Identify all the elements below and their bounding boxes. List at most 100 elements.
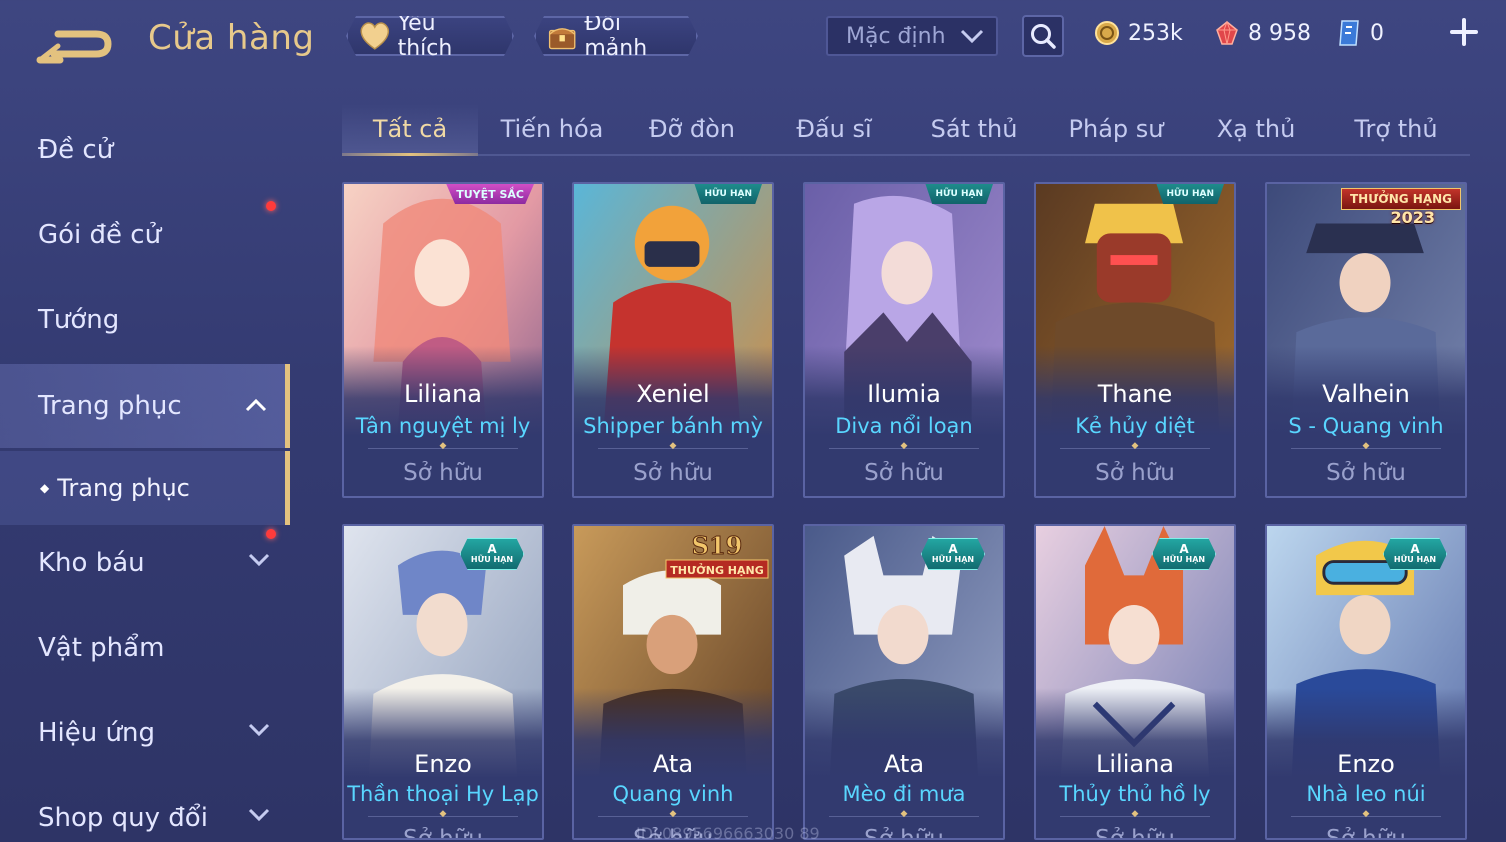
sidebar-item-skins[interactable]: Trang phục xyxy=(0,364,290,448)
owned-status: Sở hữu xyxy=(1095,826,1175,840)
skin-card[interactable]: S19 THƯỞNG HẠNG Ata Quang vinh Sở hữu xyxy=(572,524,774,840)
skin-name: Mèo đi mưa xyxy=(842,782,966,806)
owned-status: Sở hữu xyxy=(864,826,944,840)
skin-name: Tân nguyệt mị ly xyxy=(355,414,531,438)
search-icon xyxy=(1031,24,1056,49)
hero-name: Xeniel xyxy=(636,380,710,408)
skin-name: Thủy thủ hồ ly xyxy=(1059,782,1211,806)
skin-card[interactable]: HỮU HẠN Ilumia Diva nổi loạn Sở hữu xyxy=(803,182,1005,498)
search-button[interactable] xyxy=(1022,15,1064,57)
chevron-down-icon xyxy=(248,723,270,737)
divider xyxy=(1060,448,1210,449)
tab-support[interactable]: Trợ thủ xyxy=(1328,104,1464,154)
divider xyxy=(1060,816,1210,817)
skin-card[interactable]: THƯỞNG HẠNG 2023 Valhein S - Quang vinh … xyxy=(1265,182,1467,498)
gem-balance: 8 958 xyxy=(1214,18,1311,48)
voucher-balance: 0 xyxy=(1336,18,1384,48)
voucher-value: 0 xyxy=(1370,20,1384,46)
sidebar-item-effects[interactable]: Hiệu ứng xyxy=(0,691,290,775)
chevron-down-icon xyxy=(248,553,270,567)
hero-name: Ata xyxy=(883,750,925,778)
skin-name: Shipper bánh mỳ xyxy=(583,414,763,438)
skin-card[interactable]: HỮU HẠN Xeniel Shipper bánh mỳ Sở hữu xyxy=(572,182,774,498)
badge-limited-grade: A HỮU HẠN xyxy=(460,538,524,570)
owned-status: Sở hữu xyxy=(1326,460,1406,486)
favorite-label: Yêu thích xyxy=(397,11,453,61)
sidebar-subitem-skins[interactable]: ◆ Trang phục xyxy=(0,451,290,525)
tab-fighter[interactable]: Đấu sĩ xyxy=(766,104,902,154)
hero-name: Ata xyxy=(652,750,694,778)
voucher-icon xyxy=(1339,20,1359,46)
divider xyxy=(829,448,979,449)
swap-fragments-button[interactable]: Đổi mảnh xyxy=(534,16,698,56)
skin-name: S - Quang vinh xyxy=(1288,414,1444,438)
owned-status: Sở hữu xyxy=(403,826,483,840)
sidebar-item-recommended-packs[interactable]: Gói đề cử xyxy=(0,193,290,277)
hero-name: Liliana xyxy=(404,380,482,408)
divider xyxy=(1291,816,1441,817)
sidebar-item-items[interactable]: Vật phẩm xyxy=(0,606,290,690)
plus-icon[interactable] xyxy=(1448,16,1480,48)
sidebar-subitem-label: Trang phục xyxy=(57,474,190,502)
sidebar-item-treasure[interactable]: Kho báu xyxy=(0,521,290,605)
sidebar-item-label: Hiệu ứng xyxy=(38,718,155,748)
sidebar: Đề cử Gói đề cử Tướng Trang phục ◆ Trang… xyxy=(0,100,290,842)
owned-status: Sở hữu xyxy=(633,460,713,486)
badge-limited: HỮU HẠN xyxy=(925,184,993,204)
badge-limited-grade: A HỮU HẠN xyxy=(1383,538,1447,570)
skin-card[interactable]: AHỮU HẠN Enzo Nhà leo núi Sở hữu xyxy=(1265,524,1467,840)
heart-icon xyxy=(358,21,392,51)
notification-dot xyxy=(266,529,276,539)
gold-value: 253k xyxy=(1128,20,1183,46)
skin-name: Nhà leo núi xyxy=(1306,782,1426,806)
badge-limited-grade: A HỮU HẠN xyxy=(921,538,985,570)
skin-name: Quang vinh xyxy=(612,782,734,806)
tab-all[interactable]: Tất cả xyxy=(342,104,478,156)
treasure-chest-icon xyxy=(546,20,578,52)
skin-card[interactable]: AHỮU HẠN Ata Mèo đi mưa Sở hữu xyxy=(803,524,1005,840)
back-arrow-icon[interactable] xyxy=(36,22,118,64)
sort-dropdown[interactable]: Mặc định xyxy=(826,16,998,56)
sidebar-item-label: Vật phẩm xyxy=(38,633,165,663)
skin-name: Kẻ hủy diệt xyxy=(1075,414,1195,438)
svg-text:S19: S19 xyxy=(692,531,743,560)
tab-evolution[interactable]: Tiến hóa xyxy=(482,104,622,154)
chevron-down-icon xyxy=(248,808,270,822)
hero-name: Ilumia xyxy=(867,380,941,408)
badge-year: 2023 xyxy=(1390,208,1435,227)
owned-status: Sở hữu xyxy=(1095,460,1175,486)
sidebar-item-exchange-shop[interactable]: Shop quy đổi xyxy=(0,776,290,842)
badge-ranked: THƯỞNG HẠNG xyxy=(1340,188,1461,210)
favorite-button[interactable]: Yêu thích xyxy=(346,16,514,56)
tab-mage[interactable]: Pháp sư xyxy=(1046,104,1186,154)
sidebar-item-heroes[interactable]: Tướng xyxy=(0,278,290,362)
skin-card[interactable]: TUYỆT SẮC Liliana Tân nguyệt mị ly Sở hữ… xyxy=(342,182,544,498)
chevron-down-icon xyxy=(960,29,984,43)
skin-card[interactable]: AHỮU HẠN Liliana Thủy thủ hồ ly Sở hữu xyxy=(1034,524,1236,840)
divider xyxy=(598,816,748,817)
category-tabs: Tất cả Tiến hóa Đỡ đòn Đấu sĩ Sát thủ Ph… xyxy=(342,104,1470,156)
notification-dot xyxy=(266,201,276,211)
owned-status: Sở hữu xyxy=(864,460,944,486)
red-gem-icon xyxy=(1216,20,1238,45)
sidebar-item-label: Gói đề cử xyxy=(38,220,162,250)
skin-card[interactable]: AHỮU HẠN Enzo Thần thoại Hy Lạp Sở hữu xyxy=(342,524,544,840)
skin-card[interactable]: HỮU HẠN Thane Kẻ hủy diệt Sở hữu xyxy=(1034,182,1236,498)
tab-tank[interactable]: Đỡ đòn xyxy=(624,104,760,154)
tab-assassin[interactable]: Sát thủ xyxy=(906,104,1042,154)
hero-name: Valhein xyxy=(1322,380,1410,408)
badge-tuyet-sac: TUYỆT SẮC xyxy=(446,184,534,204)
watermark: IDL0895696663030 89 xyxy=(636,824,820,842)
sidebar-item-label: Đề cử xyxy=(38,135,114,165)
sidebar-item-recommended[interactable]: Đề cử xyxy=(0,108,290,192)
gold-balance: 253k xyxy=(1094,18,1183,48)
divider xyxy=(368,448,518,449)
gold-coin-icon xyxy=(1095,21,1119,45)
swap-label: Đổi mảnh xyxy=(584,11,648,61)
badge-limited: HỮU HẠN xyxy=(694,184,762,204)
badge-limited: HỮU HẠN xyxy=(1156,184,1224,204)
svg-text:THƯỞNG HẠNG: THƯỞNG HẠNG xyxy=(670,563,764,577)
divider xyxy=(598,448,748,449)
tab-marksman[interactable]: Xạ thủ xyxy=(1188,104,1324,154)
skin-name: Diva nổi loạn xyxy=(835,414,973,438)
